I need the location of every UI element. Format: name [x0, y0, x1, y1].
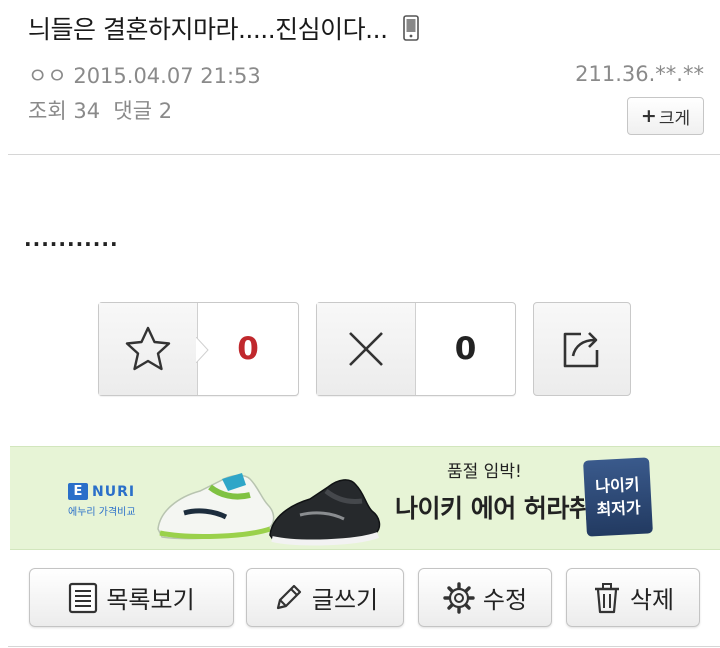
enuri-logo-mark: E	[68, 483, 88, 500]
author-name: ㅇㅇ	[28, 64, 67, 88]
recommend-icon-cell[interactable]	[99, 303, 209, 395]
post-meta-author: ㅇㅇ 2015.04.07 21:53	[28, 60, 261, 90]
edit-button-label: 수정	[482, 586, 528, 614]
list-button[interactable]: 목록보기	[29, 568, 234, 627]
footer-divider	[8, 646, 720, 647]
ad-badge-line2: 최저가	[596, 497, 642, 520]
post-date: 2015.04.07 21:53	[73, 64, 261, 88]
write-button-label: 글쓰기	[311, 586, 379, 614]
share-icon	[563, 332, 599, 368]
gear-icon	[443, 581, 475, 614]
enlarge-text-button[interactable]: + 크게	[627, 97, 704, 135]
share-button[interactable]	[533, 302, 631, 396]
delete-button-label: 삭제	[629, 586, 675, 614]
write-button[interactable]: 글쓰기	[246, 568, 404, 627]
author-ip: 211.36.**.**	[575, 62, 704, 86]
ad-price-badge[interactable]: 나이키 최저가	[583, 457, 653, 537]
header-divider	[8, 154, 720, 155]
list-button-label: 목록보기	[106, 586, 195, 614]
comments-count: 2	[158, 99, 173, 123]
enuri-logo: E NURI 에누리 가격비교	[68, 483, 136, 518]
recommend-button[interactable]: 0	[98, 302, 299, 396]
delete-button[interactable]: 삭제	[566, 568, 700, 627]
edit-button[interactable]: 수정	[418, 568, 552, 627]
post-meta-counts: 조회 34 댓글 2	[28, 95, 172, 125]
enuri-logo-text: NURI	[92, 483, 136, 500]
recommend-count: 0	[237, 331, 259, 367]
ad-banner[interactable]: E NURI 에누리 가격비교 품절 임박! 나이키 에어 허라취 나이키 최저…	[10, 446, 720, 550]
pencil-icon	[276, 584, 301, 609]
post-title-text: 늬들은 결혼하지마라.....진심이다...	[28, 15, 388, 44]
dislike-button[interactable]: 0	[316, 302, 516, 396]
star-icon	[125, 326, 171, 371]
arrow-notch-icon	[196, 337, 209, 363]
close-icon	[349, 332, 383, 366]
post-title: 늬들은 결혼하지마라.....진심이다...	[28, 10, 419, 46]
views-label: 조회	[28, 99, 67, 123]
dislike-icon-cell[interactable]	[317, 303, 416, 395]
list-icon	[69, 582, 98, 613]
ad-headline: 나이키 에어 허라취	[395, 494, 592, 523]
enlarge-text-label: 크게	[658, 108, 691, 129]
plus-icon: +	[640, 105, 657, 127]
post-body: ...........	[24, 227, 119, 251]
mobile-icon	[403, 15, 419, 41]
ad-subtitle: 품절 임박!	[447, 462, 522, 482]
comments-label: 댓글	[113, 99, 153, 123]
trash-icon	[594, 582, 619, 613]
views-count: 34	[73, 99, 101, 123]
dislike-count: 0	[454, 331, 477, 367]
sneakers-image	[157, 473, 381, 546]
enuri-logo-subtext: 에누리 가격비교	[68, 507, 136, 518]
